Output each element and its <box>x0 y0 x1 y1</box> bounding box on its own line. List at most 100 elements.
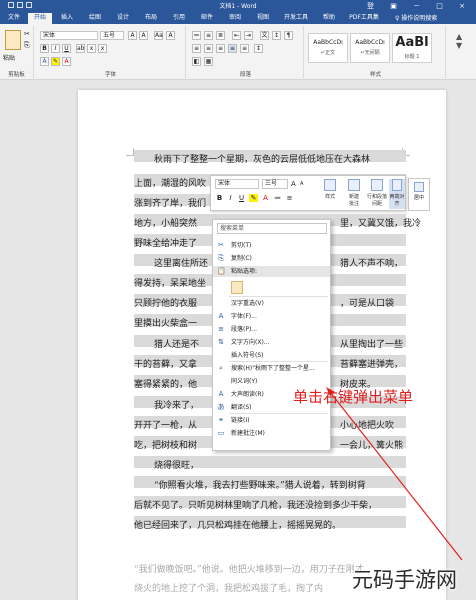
font-size-combo[interactable]: 五号 <box>100 31 124 40</box>
document-line[interactable]: 里摸出火柴盒一 <box>134 316 197 329</box>
context-menu-item[interactable]: ⎘ 复制(C) <box>213 253 330 264</box>
mini-highlight-icon[interactable]: ✎ <box>249 194 258 202</box>
mini-center-button[interactable]: 居中 <box>408 178 430 211</box>
tab-developer[interactable]: 开发工具 <box>278 13 314 24</box>
italic-button[interactable]: I <box>51 44 60 53</box>
tab-references[interactable]: 引用 <box>166 13 192 24</box>
tab-pdf-tools[interactable]: PDF工具集 <box>344 13 384 24</box>
decrease-indent-icon[interactable]: ⇤ <box>232 31 241 40</box>
window-controls[interactable]: 登 ▣ － □ × <box>367 1 472 11</box>
document-line[interactable]: 得发持，呆呆地坐 <box>134 276 206 289</box>
context-menu-item[interactable]: ▭ 新建批注(M) <box>213 428 330 439</box>
shrink-font-button[interactable]: A <box>139 31 148 40</box>
document-line[interactable]: 干的苔藓，又拿 <box>134 357 197 370</box>
bullets-icon[interactable]: ≔ <box>192 31 201 40</box>
shading-icon[interactable]: ◧ <box>192 57 201 66</box>
align-center-icon[interactable]: ≡ <box>204 44 213 53</box>
distributed-icon[interactable]: ≡ <box>240 44 249 53</box>
mini-grow-font-button[interactable]: A <box>291 180 296 188</box>
style-no-spacing[interactable]: AaBbCcDı ↵无间隔 <box>350 33 390 63</box>
mini-new-comment-button[interactable]: 新建 批注 <box>343 179 365 209</box>
mini-line-spacing-button[interactable]: 行和段落 间距 <box>367 179 387 209</box>
tab-design[interactable]: 设计 <box>110 13 136 24</box>
mini-bullets-icon[interactable]: ≔ <box>273 194 282 202</box>
sort-icon[interactable]: ↕ <box>272 31 281 40</box>
tab-file[interactable]: 文件 <box>2 13 26 24</box>
document-line-fragment[interactable]: 苔藓塞进弹壳， <box>340 357 403 370</box>
context-menu-item[interactable]: A 字体(F)... <box>213 311 330 322</box>
paste-icon[interactable] <box>5 30 21 50</box>
underline-button[interactable]: U <box>62 44 71 53</box>
document-line[interactable]: 他已经回来了，几只松鸡挂在他腰上，摇摇晃晃的。 <box>134 518 341 531</box>
mini-numbering-icon[interactable]: ≡ <box>285 194 294 202</box>
line-spacing-icon[interactable]: ↕ <box>254 44 263 53</box>
tab-insert[interactable]: 插入 <box>54 13 80 24</box>
mini-justify-button[interactable]: 两端对齐 <box>389 179 405 209</box>
document-line[interactable]: 涨到齐了岸，我们 <box>134 196 206 209</box>
grow-font-button[interactable]: A <box>128 31 137 40</box>
superscript-button[interactable]: x <box>98 44 107 53</box>
tab-draw[interactable]: 绘图 <box>82 13 108 24</box>
mini-shrink-font-button[interactable]: A <box>300 181 303 187</box>
tab-view[interactable]: 视图 <box>250 13 276 24</box>
style-heading-1[interactable]: AaBl 标题 1 <box>392 33 432 63</box>
tell-me-search[interactable]: ♀ 操作说明搜索 <box>395 13 437 22</box>
tab-home[interactable]: 开始 <box>28 13 52 24</box>
document-line-fragment[interactable]: 小心地把火吹 <box>340 418 394 431</box>
increase-indent-icon[interactable]: ⇥ <box>244 31 253 40</box>
highlight-button[interactable]: ✎ <box>51 57 60 66</box>
strikethrough-button[interactable]: ab <box>76 44 85 53</box>
context-menu-item[interactable]: ✂ 剪切(T) <box>213 240 330 251</box>
tab-layout[interactable]: 布局 <box>138 13 164 24</box>
mini-font-color-button[interactable]: A <box>261 194 270 202</box>
document-line[interactable]: 吃，把树枝和树 <box>134 438 197 451</box>
clear-format-icon[interactable]: A <box>166 31 175 40</box>
document-line[interactable]: 地方，小船突然 <box>134 216 197 229</box>
document-line[interactable]: 塞得紧紧的，他 <box>134 377 197 390</box>
align-left-icon[interactable]: ≡ <box>192 44 201 53</box>
tab-review[interactable]: 审阅 <box>222 13 248 24</box>
style-normal[interactable]: AaBbCcDı ↵正文 <box>308 33 348 63</box>
context-menu-item[interactable]: 汉字重选(V) <box>213 298 330 309</box>
tab-mailings[interactable]: 邮件 <box>194 13 220 24</box>
tab-help[interactable]: 帮助 <box>316 13 342 24</box>
document-line[interactable]: 我冷来了， <box>154 398 199 411</box>
cut-icon[interactable]: ✂ <box>24 30 30 38</box>
context-menu-search[interactable]: 搜索菜单 <box>217 223 327 234</box>
context-menu-item[interactable]: 📋 粘贴选项: <box>213 266 330 277</box>
change-case-button[interactable]: Aa <box>154 31 163 40</box>
justify-icon[interactable]: ≡ <box>228 44 237 53</box>
document-line-fragment[interactable]: 从里掏出了一些 <box>340 337 403 350</box>
mini-italic-button[interactable]: I <box>226 194 235 202</box>
document-line[interactable]: 只顾拧他的衣服 <box>134 296 197 309</box>
document-line[interactable]: 猎人还是不 <box>154 337 199 350</box>
context-menu-item[interactable]: 插入符号(S) <box>213 350 330 361</box>
mini-bold-button[interactable]: B <box>215 194 224 202</box>
document-line[interactable]: “我们做晚饭吧。”他说。他把火堆移到一边，用刀子在刚才 <box>134 562 364 575</box>
mini-styles-button[interactable]: 样式 <box>319 179 341 209</box>
show-marks-icon[interactable]: ¶ <box>284 31 293 40</box>
context-menu-item[interactable]: ⇅ 文字方向(X)... <box>213 337 330 348</box>
numbering-icon[interactable]: ≡ <box>204 31 213 40</box>
document-line[interactable]: 后就不见了。只听见树林里响了几枪，我还没捡到多少干柴， <box>134 498 377 511</box>
context-menu-item[interactable]: ≡ 段落(P)... <box>213 324 330 335</box>
text-effects-button[interactable]: A <box>40 57 49 66</box>
document-line-fragment[interactable]: 里，又冀又饿，我冷 <box>340 216 421 229</box>
chinese-layout-icon[interactable]: 文 <box>260 31 269 40</box>
context-menu-item[interactable]: ⌕ 搜索(H)"秋雨下了整整一个星... <box>213 363 330 374</box>
document-line[interactable]: 上面，潮湿的风吹 <box>134 176 206 189</box>
subscript-button[interactable]: x <box>87 44 96 53</box>
multilevel-list-icon[interactable]: ≣ <box>216 31 225 40</box>
bold-button[interactable]: B <box>40 44 49 53</box>
document-line[interactable]: 野味全给冲走了 <box>134 236 197 249</box>
document-line-fragment[interactable]: 一会儿，篝火熊 <box>340 438 403 451</box>
align-right-icon[interactable]: ≡ <box>216 44 225 53</box>
context-menu-item[interactable]: ⚭ 链接(I) <box>213 415 330 426</box>
mini-underline-button[interactable]: U <box>237 194 246 202</box>
font-name-combo[interactable]: 宋体 <box>40 31 98 40</box>
document-line[interactable]: 烧火的地上挖了个洞，我把松鸡拔了毛，掏了内 <box>134 581 323 594</box>
document-line[interactable]: 烧得很旺， <box>154 458 199 471</box>
document-line[interactable]: 开开了一枪，从 <box>134 418 197 431</box>
borders-icon[interactable]: ▦ <box>204 57 213 66</box>
styles-scroll-icon[interactable]: ▲ ▼ <box>456 32 462 50</box>
